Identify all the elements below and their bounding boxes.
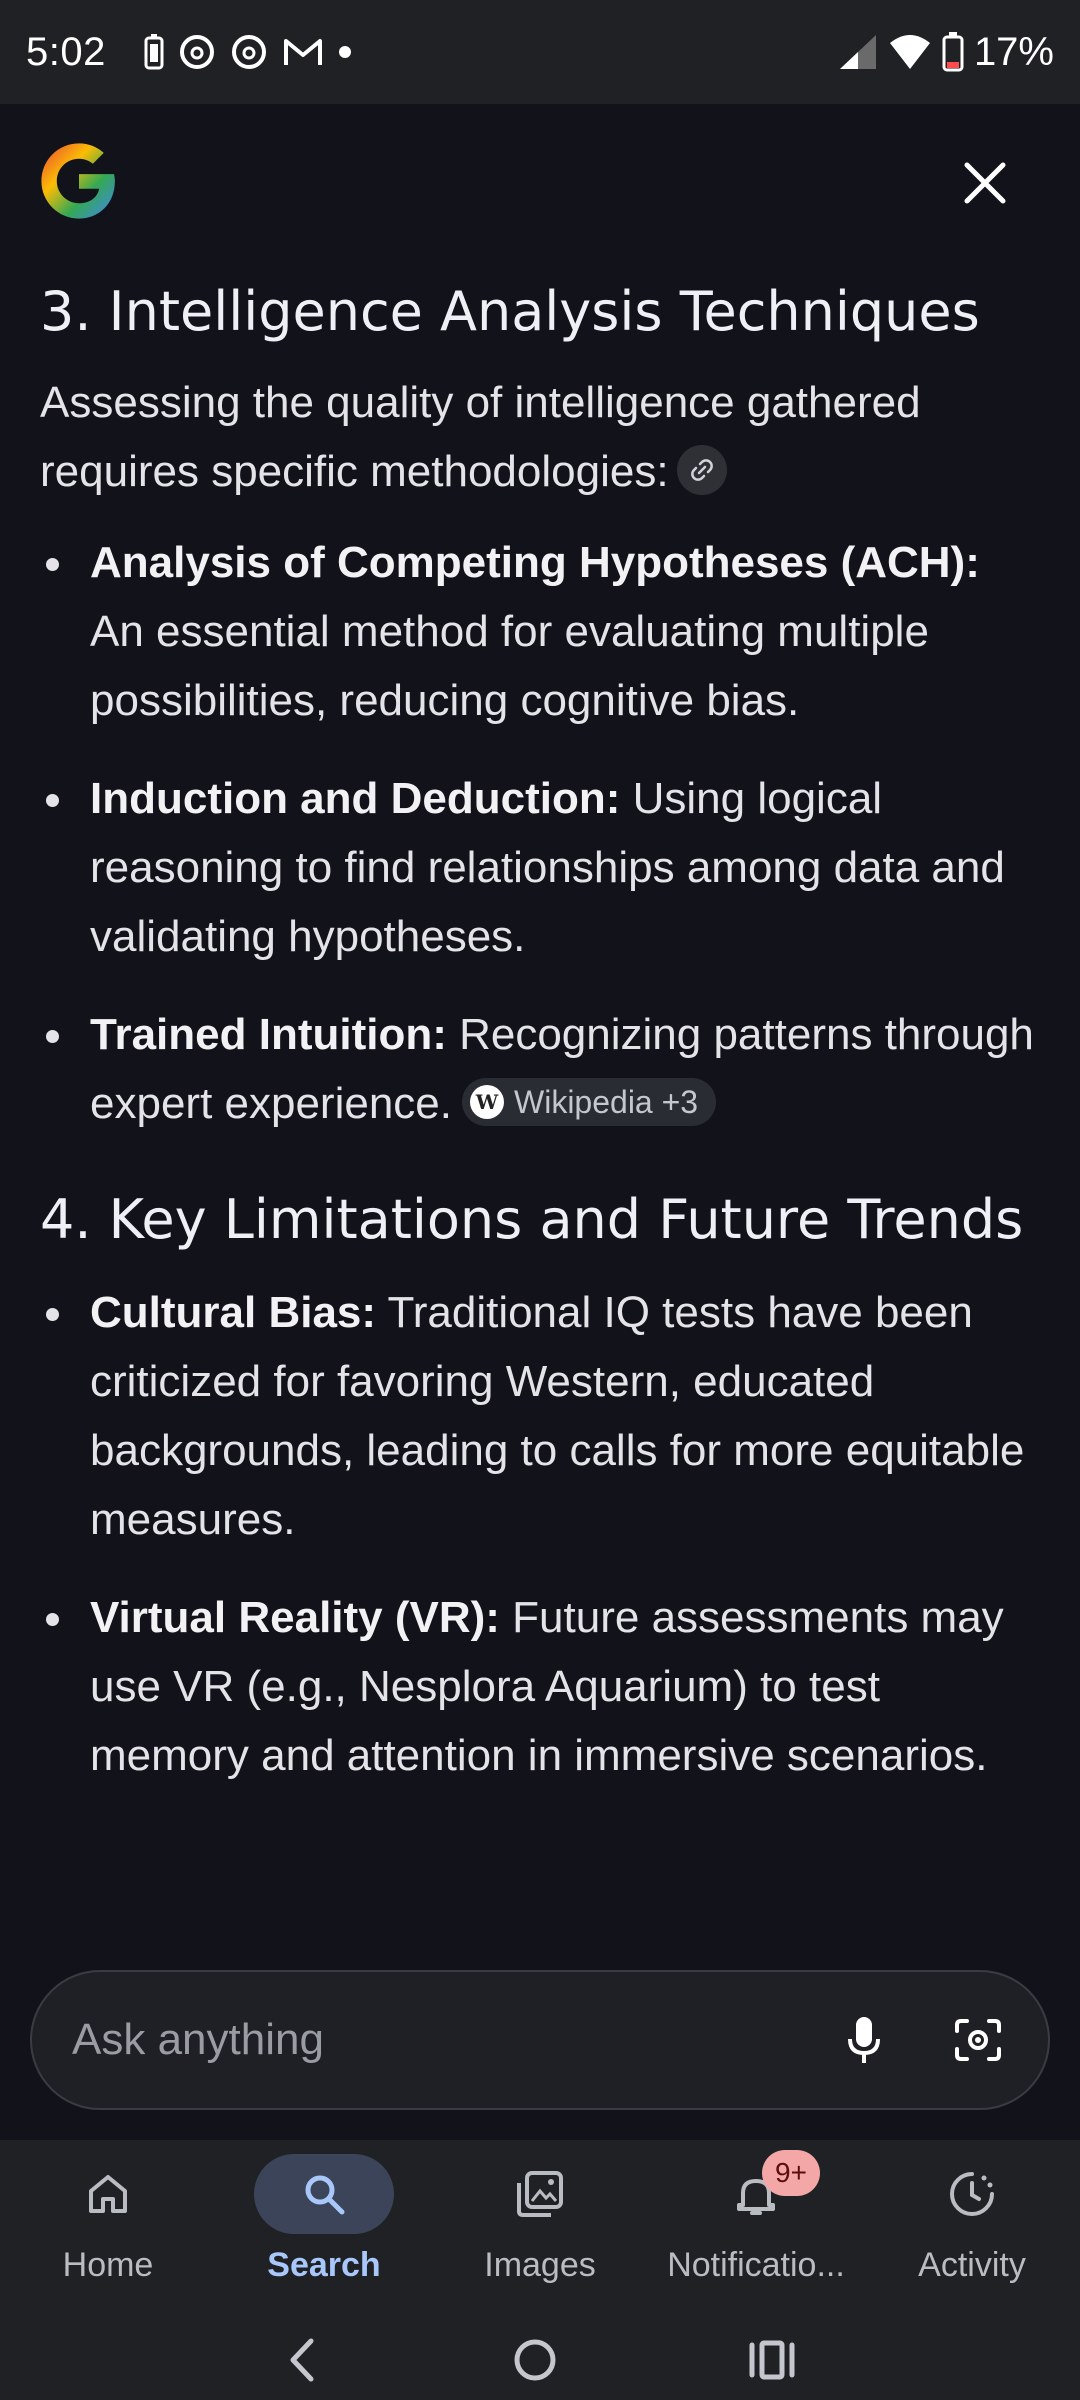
status-time: 5:02 (26, 29, 106, 74)
bottom-navigation: Home Search Images 9+ Notificatio... Act… (0, 2140, 1080, 2400)
system-status: 17% (838, 30, 1054, 75)
bullet-list: Analysis of Competing Hypotheses (ACH): … (40, 528, 1040, 1138)
nav-label: Home (62, 2246, 154, 2284)
threads-icon (179, 35, 214, 69)
search-icon (305, 2175, 345, 2215)
nav-icon-container (38, 2154, 178, 2234)
item-term: Virtual Reality (VR): (90, 1593, 500, 1642)
nav-label: Activity (918, 2246, 1026, 2284)
nav-search[interactable]: Search (216, 2140, 432, 2320)
nav-icon-container (470, 2154, 610, 2234)
list-item: Virtual Reality (VR): Future assessments… (40, 1583, 1040, 1790)
header (0, 104, 1080, 264)
system-navigation (0, 2320, 1080, 2400)
item-text: An essential method for evaluating multi… (90, 607, 929, 725)
voice-search-button[interactable] (834, 2010, 894, 2070)
source-label: Wikipedia +3 (514, 1084, 699, 1121)
close-icon (964, 162, 1006, 204)
home-circle-icon[interactable] (510, 2335, 560, 2385)
lens-button[interactable] (948, 2010, 1008, 2070)
battery-percent: 17% (973, 29, 1054, 74)
list-item: Trained Intuition: Recognizing patterns … (40, 1000, 1040, 1138)
recents-icon[interactable] (747, 2335, 797, 2385)
notification-icons (144, 33, 352, 71)
battery-saver-icon (144, 34, 164, 70)
ai-answer-content: 3. Intelligence Analysis Techniques Asse… (0, 270, 1080, 1819)
wikipedia-icon: W (470, 1085, 504, 1120)
section-intro: Assessing the quality of intelligence ga… (40, 368, 1040, 506)
wifi-icon (889, 35, 930, 69)
gmail-icon (283, 39, 322, 65)
signal-icon (839, 35, 876, 69)
ask-placeholder[interactable]: Ask anything (72, 2015, 780, 2065)
ask-input[interactable]: Ask anything (30, 1970, 1050, 2110)
section-heading: 3. Intelligence Analysis Techniques (40, 280, 980, 343)
status-bar: 5:02 17% (0, 0, 1080, 104)
nav-icon-container (902, 2154, 1042, 2234)
link-icon (690, 459, 713, 482)
close-button[interactable] (950, 148, 1020, 218)
back-icon[interactable] (283, 2335, 323, 2385)
battery-icon (942, 32, 964, 72)
item-term: Analysis of Competing Hypotheses (ACH): (90, 538, 980, 587)
home-icon (89, 2175, 127, 2213)
nav-home[interactable]: Home (0, 2140, 216, 2320)
notification-badge: 9+ (762, 2150, 820, 2196)
list-item: Induction and Deduction: Using logical r… (40, 764, 1040, 971)
activity-icon (950, 2172, 994, 2216)
intro-text: Assessing the quality of intelligence ga… (40, 378, 921, 496)
nav-images[interactable]: Images (432, 2140, 648, 2320)
item-term: Trained Intuition: (90, 1010, 447, 1059)
bullet-list: Cultural Bias: Traditional IQ tests have… (40, 1278, 1040, 1790)
list-item: Analysis of Competing Hypotheses (ACH): … (40, 528, 1040, 735)
nav-activity[interactable]: Activity (864, 2140, 1080, 2320)
nav-label: Search (267, 2246, 381, 2284)
microphone-icon (848, 2017, 880, 2063)
images-icon (517, 2171, 563, 2217)
lens-camera-icon (955, 2019, 1001, 2061)
nav-icon-container (254, 2154, 394, 2234)
link-button[interactable] (676, 445, 727, 496)
threads-icon (231, 35, 266, 69)
nav-label: Images (484, 2246, 596, 2284)
item-term: Cultural Bias: (90, 1288, 377, 1337)
section-heading: 4. Key Limitations and Future Trends (40, 1188, 1024, 1251)
nav-label: Notificatio... (667, 2246, 845, 2284)
nav-notifications[interactable]: 9+ Notificatio... (648, 2140, 864, 2320)
dot-icon (338, 46, 351, 58)
source-chip[interactable]: W Wikipedia +3 (462, 1078, 717, 1127)
item-term: Induction and Deduction: (90, 774, 621, 823)
google-g-logo (41, 143, 115, 219)
list-item: Cultural Bias: Traditional IQ tests have… (40, 1278, 1040, 1554)
